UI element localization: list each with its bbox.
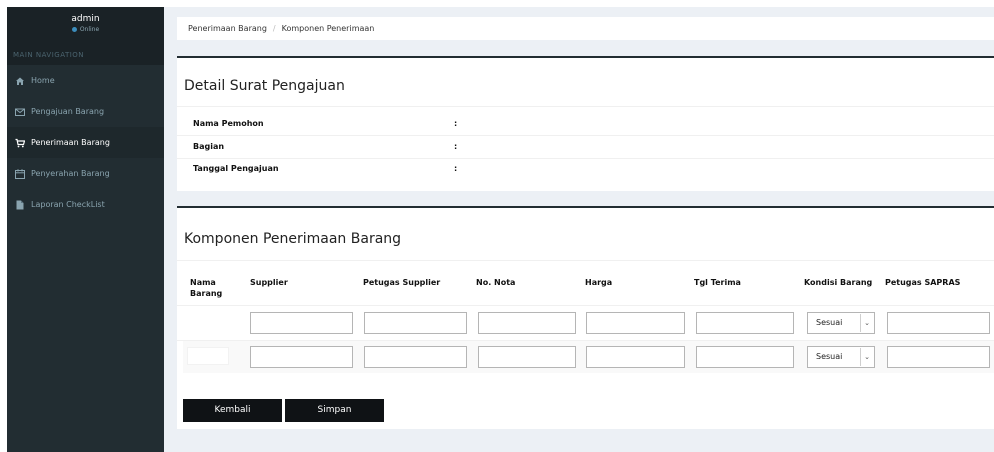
- home-icon: [15, 76, 25, 86]
- table-row: Sesuai ⌄: [183, 307, 994, 339]
- field-colon: :: [454, 142, 458, 151]
- field-label-nama-pemohon: Nama Pemohon: [193, 119, 264, 128]
- sidebar-item-home[interactable]: Home: [7, 65, 164, 96]
- kondisi-select[interactable]: Sesuai ⌄: [807, 346, 875, 368]
- divider: [177, 260, 994, 261]
- field-label-tanggal-pengajuan: Tanggal Pengajuan: [193, 164, 279, 173]
- kondisi-value: Sesuai: [816, 318, 843, 327]
- detail-title: Detail Surat Pengajuan: [184, 78, 345, 94]
- column-header-petugas-supplier: Petugas Supplier: [363, 278, 441, 287]
- tgl-terima-input[interactable]: [696, 346, 794, 368]
- breadcrumb-separator: /: [272, 24, 276, 33]
- supplier-input[interactable]: [250, 312, 353, 334]
- sidebar-item-pengajuan-barang[interactable]: Pengajuan Barang: [7, 96, 164, 127]
- sidebar: admin Online MAIN NAVIGATION Home Pengaj…: [7, 7, 164, 452]
- column-header-harga: Harga: [585, 278, 613, 287]
- app-frame: admin Online MAIN NAVIGATION Home Pengaj…: [7, 7, 994, 452]
- cart-icon: [15, 138, 26, 148]
- no-nota-input[interactable]: [478, 346, 576, 368]
- sidebar-item-laporan-checklist[interactable]: Laporan CheckList: [7, 189, 164, 220]
- column-header-nama-barang: Nama Barang: [190, 278, 223, 298]
- sidebar-item-label: Pengajuan Barang: [31, 107, 105, 116]
- column-header-tgl-terima: Tgl Terima: [694, 278, 741, 287]
- chevron-down-icon: ⌄: [860, 314, 873, 332]
- nama-barang-input[interactable]: [187, 347, 229, 365]
- sidebar-item-label: Laporan CheckList: [31, 200, 105, 209]
- divider: [177, 158, 994, 159]
- field-colon: :: [454, 164, 458, 173]
- calendar-icon: [15, 168, 25, 179]
- chevron-down-icon: ⌄: [860, 348, 873, 366]
- user-status-label: Online: [79, 26, 100, 33]
- user-status: Online: [7, 25, 164, 35]
- kembali-button[interactable]: Kembali: [183, 399, 282, 422]
- tgl-terima-input[interactable]: [696, 312, 794, 334]
- sidebar-item-label: Penyerahan Barang: [31, 169, 110, 178]
- breadcrumb-current: Komponen Penerimaan: [281, 24, 375, 33]
- sidebar-item-label: Penerimaan Barang: [31, 138, 110, 147]
- file-icon: [15, 200, 25, 210]
- petugas-sapras-input[interactable]: [887, 346, 990, 368]
- harga-input[interactable]: [586, 312, 685, 334]
- status-dot-icon: [71, 27, 77, 32]
- kondisi-value: Sesuai: [816, 352, 843, 361]
- komponen-title: Komponen Penerimaan Barang: [184, 231, 402, 247]
- harga-input[interactable]: [586, 346, 685, 368]
- breadcrumb: Penerimaan Barang / Komponen Penerimaan: [177, 17, 994, 40]
- column-header-no-nota: No. Nota: [476, 278, 516, 287]
- field-colon: :: [454, 119, 458, 128]
- sidebar-item-penyerahan-barang[interactable]: Penyerahan Barang: [7, 158, 164, 189]
- nav-header: MAIN NAVIGATION: [7, 45, 164, 65]
- user-panel: admin Online: [7, 7, 164, 45]
- detail-surat-box: Detail Surat Pengajuan Nama Pemohon : Ba…: [177, 56, 994, 191]
- field-label-bagian: Bagian: [193, 142, 225, 151]
- column-header-supplier: Supplier: [250, 278, 288, 287]
- petugas-sapras-input[interactable]: [887, 312, 990, 334]
- column-header-kondisi-barang: Kondisi Barang: [804, 278, 873, 287]
- divider: [177, 305, 994, 306]
- divider: [177, 135, 994, 136]
- envelope-icon: [15, 107, 25, 117]
- petugas-supplier-input[interactable]: [364, 346, 467, 368]
- sidebar-item-penerimaan-barang[interactable]: Penerimaan Barang: [7, 127, 164, 158]
- supplier-input[interactable]: [250, 346, 353, 368]
- simpan-button[interactable]: Simpan: [285, 399, 384, 422]
- petugas-supplier-input[interactable]: [364, 312, 467, 334]
- divider: [177, 106, 994, 107]
- breadcrumb-parent-link[interactable]: Penerimaan Barang: [188, 24, 267, 33]
- sidebar-item-label: Home: [31, 76, 55, 85]
- column-header-petugas-sapras: Petugas SAPRAS: [885, 278, 961, 287]
- table-row: Sesuai ⌄: [183, 341, 994, 373]
- komponen-penerimaan-box: Komponen Penerimaan Barang Nama Barang S…: [177, 206, 994, 429]
- no-nota-input[interactable]: [478, 312, 576, 334]
- user-name: admin: [71, 14, 100, 24]
- kondisi-select[interactable]: Sesuai ⌄: [807, 312, 875, 334]
